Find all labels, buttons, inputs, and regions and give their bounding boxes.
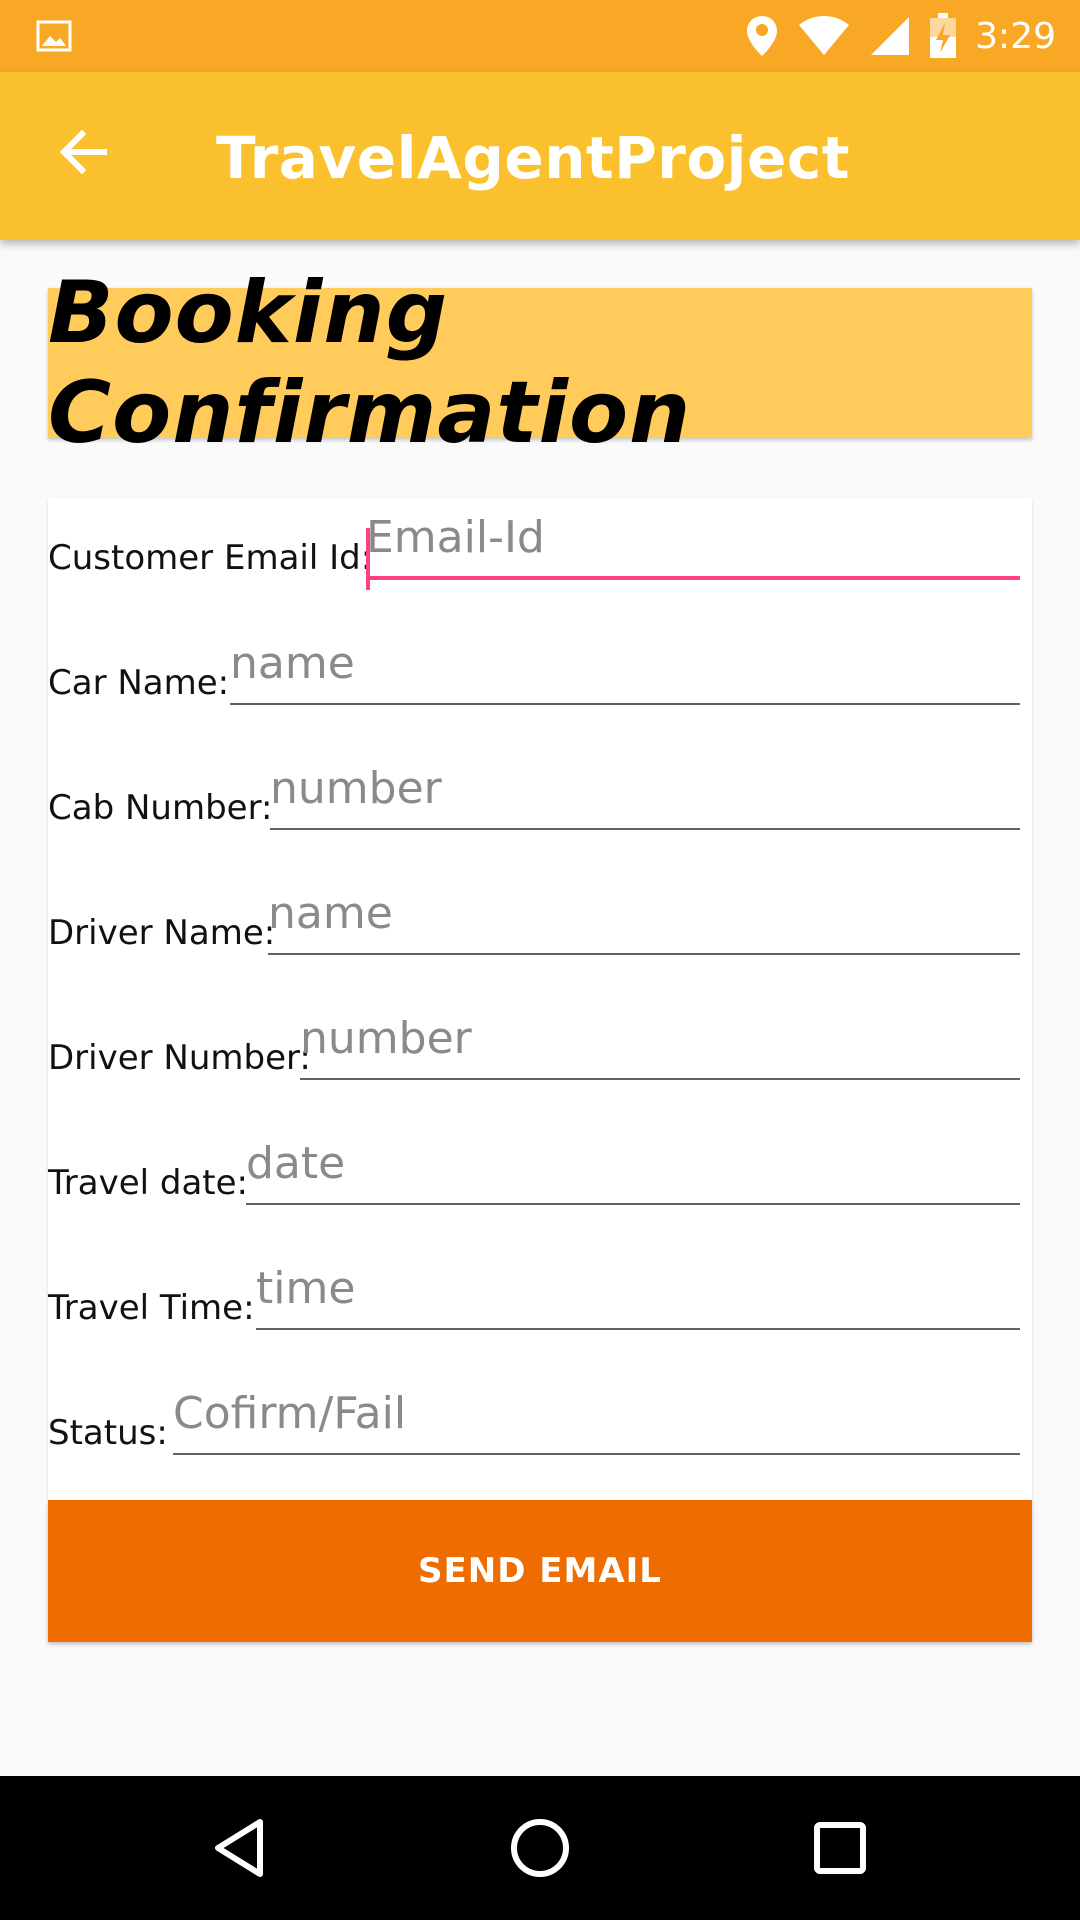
driver-name-input[interactable] [268, 881, 1020, 955]
recents-square-icon[interactable] [804, 1812, 876, 1884]
car-name-input[interactable] [230, 631, 1020, 705]
form-row-status: Status: [48, 1373, 1032, 1473]
travel-date-input[interactable] [246, 1131, 1020, 1205]
travel-date-label: Travel date: [48, 1163, 248, 1203]
signal-icon [871, 17, 910, 55]
cab-number-input[interactable] [270, 756, 1020, 830]
driver-number-label: Driver Number: [48, 1038, 311, 1078]
form-row-driver-name: Driver Name: [48, 873, 1032, 973]
form-row-travel-time: Travel Time: [48, 1248, 1032, 1348]
form-row-car-name: Car Name: [48, 623, 1032, 723]
status-bar: 3:29 [0, 0, 1080, 72]
form-row-travel-date: Travel date: [48, 1123, 1032, 1223]
page-title: Booking Confirmation [48, 263, 692, 463]
customer-email-input[interactable] [366, 506, 1020, 580]
app-title: TravelAgentProject [216, 124, 851, 192]
status-label: Status: [48, 1413, 168, 1453]
driver-number-input[interactable] [300, 1006, 1020, 1080]
clock-time: 3:29 [975, 15, 1056, 57]
app-bar: TravelAgentProject [0, 72, 1080, 240]
back-triangle-icon[interactable] [204, 1812, 276, 1884]
image-icon [36, 20, 72, 52]
cab-number-label: Cab Number: [48, 788, 273, 828]
car-name-label: Car Name: [48, 663, 230, 703]
travel-time-label: Travel Time: [48, 1288, 255, 1328]
wifi-icon [799, 16, 850, 55]
form-row-cab-number: Cab Number: [48, 748, 1032, 848]
travel-time-input[interactable] [256, 1256, 1020, 1330]
form-row-customer-email: Customer Email Id: [48, 498, 1032, 598]
home-circle-icon[interactable] [504, 1812, 576, 1884]
status-input[interactable] [173, 1381, 1020, 1455]
form-row-driver-number: Driver Number: [48, 998, 1032, 1098]
driver-name-label: Driver Name: [48, 913, 276, 953]
send-email-button[interactable]: SEND EMAIL [48, 1500, 1032, 1642]
location-icon [747, 16, 778, 56]
battery-charging-icon [930, 13, 957, 58]
booking-form: Customer Email Id: Car Name: Cab Number:… [48, 498, 1032, 1500]
arrow-back-icon[interactable] [54, 122, 114, 182]
text-cursor [366, 528, 370, 590]
heading-banner: Booking Confirmation [48, 263, 1032, 463]
navigation-bar [0, 1776, 1080, 1920]
customer-email-label: Customer Email Id: [48, 538, 373, 578]
